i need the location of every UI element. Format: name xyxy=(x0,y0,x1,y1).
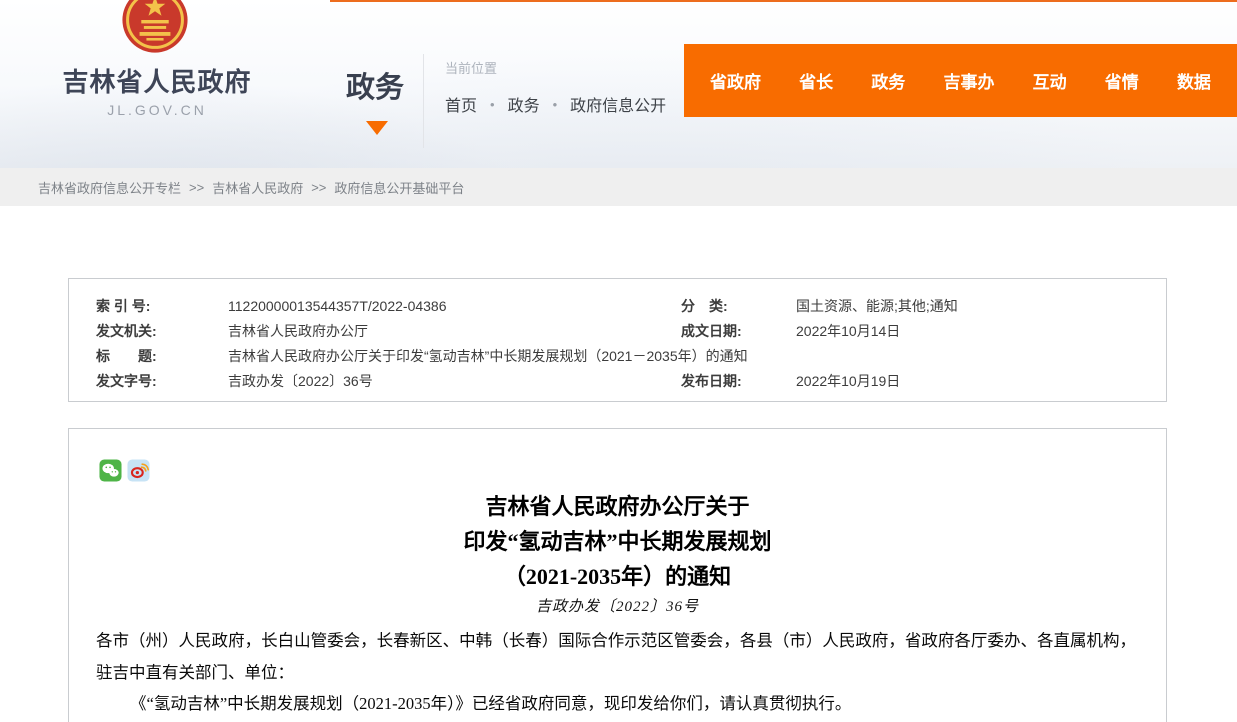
meta-index-value: 11220000013544357T/2022-04386 xyxy=(228,298,681,314)
header-divider xyxy=(423,54,424,148)
page: 吉林省人民政府 JL.GOV.CN 政务 当前位置 首页 • 政务 • 政府信息… xyxy=(0,0,1237,722)
nav-item-governor[interactable]: 省长 xyxy=(799,68,833,93)
nav-item-affairs[interactable]: 政务 xyxy=(871,68,905,93)
site-header: 吉林省人民政府 JL.GOV.CN 政务 当前位置 首页 • 政务 • 政府信息… xyxy=(0,0,1237,168)
document-paragraph: 《“氢动吉林”中长期发展规划（2021-2035年）》已经省政府同意，现印发给你… xyxy=(96,688,1136,720)
meta-agency-label: 发文机关: xyxy=(96,321,228,341)
document-title: 吉林省人民政府办公厅关于 印发“氢动吉林”中长期发展规划 （2021-2035年… xyxy=(69,489,1166,594)
breadcrumb-separator: • xyxy=(490,97,495,112)
meta-index-label: 索 引 号: xyxy=(96,296,228,316)
nav-item-data[interactable]: 数据 xyxy=(1177,68,1211,93)
top-accent-line xyxy=(330,0,1237,2)
meta-row-docno-pubdate: 发文字号: 吉政办发〔2022〕36号 发布日期: 2022年10月19日 xyxy=(69,368,1166,393)
main-nav: 省政府 省长 政务 吉事办 互动 省情 数据 xyxy=(684,44,1237,117)
wechat-share-icon[interactable] xyxy=(99,459,122,482)
document-paragraph: 各市（州）人民政府，长白山管委会，长春新区、中韩（长春）国际合作示范区管委会，各… xyxy=(96,625,1136,688)
share-toolbar xyxy=(99,459,150,482)
meta-pub-date-label: 发布日期: xyxy=(681,371,796,391)
document-title-line: 印发“氢动吉林”中长期发展规划 xyxy=(69,524,1166,559)
document-number: 吉政办发〔2022〕36号 xyxy=(69,595,1166,616)
caret-down-icon xyxy=(366,121,388,135)
meta-doc-no-value: 吉政办发〔2022〕36号 xyxy=(228,371,681,391)
document-body: 各市（州）人民政府，长白山管委会，长春新区、中韩（长春）国际合作示范区管委会，各… xyxy=(96,625,1136,720)
meta-title-label: 标 题: xyxy=(96,346,228,366)
meta-row-title: 标 题: 吉林省人民政府办公厅关于印发“氢动吉林”中长期发展规划（2021－20… xyxy=(69,343,1166,368)
nav-item-province-profile[interactable]: 省情 xyxy=(1105,68,1139,93)
meta-pub-date-value: 2022年10月19日 xyxy=(796,371,1166,391)
meta-category-value: 国土资源、能源;其他;通知 xyxy=(796,296,1166,316)
meta-title-value: 吉林省人民政府办公厅关于印发“氢动吉林”中长期发展规划（2021－2035年）的… xyxy=(228,346,1166,366)
meta-category-label: 分 类: xyxy=(681,296,796,316)
breadcrumb: 首页 • 政务 • 政府信息公开 xyxy=(445,92,666,116)
platform-breadcrumb-column[interactable]: 吉林省政府信息公开专栏 xyxy=(38,178,181,197)
nav-item-province-gov[interactable]: 省政府 xyxy=(710,68,761,93)
meta-doc-no-label: 发文字号: xyxy=(96,371,228,391)
nav-item-interaction[interactable]: 互动 xyxy=(1033,68,1067,93)
nav-item-jishiban[interactable]: 吉事办 xyxy=(943,68,994,93)
site-domain: JL.GOV.CN xyxy=(38,102,276,118)
weibo-share-icon[interactable] xyxy=(127,459,150,482)
meta-written-date-label: 成文日期: xyxy=(681,321,796,341)
document-meta-table: 索 引 号: 11220000013544357T/2022-04386 分 类… xyxy=(68,278,1167,402)
location-label: 当前位置 xyxy=(445,58,497,77)
document-title-line: （2021-2035年）的通知 xyxy=(69,559,1166,594)
meta-row-agency-date: 发文机关: 吉林省人民政府办公厅 成文日期: 2022年10月14日 xyxy=(69,318,1166,343)
meta-row-index-category: 索 引 号: 11220000013544357T/2022-04386 分 类… xyxy=(69,293,1166,318)
document-title-line: 吉林省人民政府办公厅关于 xyxy=(69,489,1166,524)
platform-breadcrumb-platform[interactable]: 政府信息公开基础平台 xyxy=(334,178,464,197)
platform-breadcrumb-separator: >> xyxy=(311,180,326,195)
platform-breadcrumb: 吉林省政府信息公开专栏 >> 吉林省人民政府 >> 政府信息公开基础平台 xyxy=(0,168,1237,206)
breadcrumb-zhengwu[interactable]: 政务 xyxy=(508,92,540,116)
national-emblem-icon xyxy=(120,0,190,56)
breadcrumb-home[interactable]: 首页 xyxy=(445,92,477,116)
breadcrumb-gov-info[interactable]: 政府信息公开 xyxy=(570,92,666,116)
platform-breadcrumb-separator: >> xyxy=(189,180,204,195)
meta-written-date-value: 2022年10月14日 xyxy=(796,321,1166,341)
platform-breadcrumb-site[interactable]: 吉林省人民政府 xyxy=(212,178,303,197)
site-name: 吉林省人民政府 xyxy=(38,62,276,99)
section-title: 政务 xyxy=(346,64,404,106)
document-content: 吉林省人民政府办公厅关于 印发“氢动吉林”中长期发展规划 （2021-2035年… xyxy=(68,428,1167,722)
breadcrumb-separator: • xyxy=(553,97,558,112)
meta-agency-value: 吉林省人民政府办公厅 xyxy=(228,321,681,341)
